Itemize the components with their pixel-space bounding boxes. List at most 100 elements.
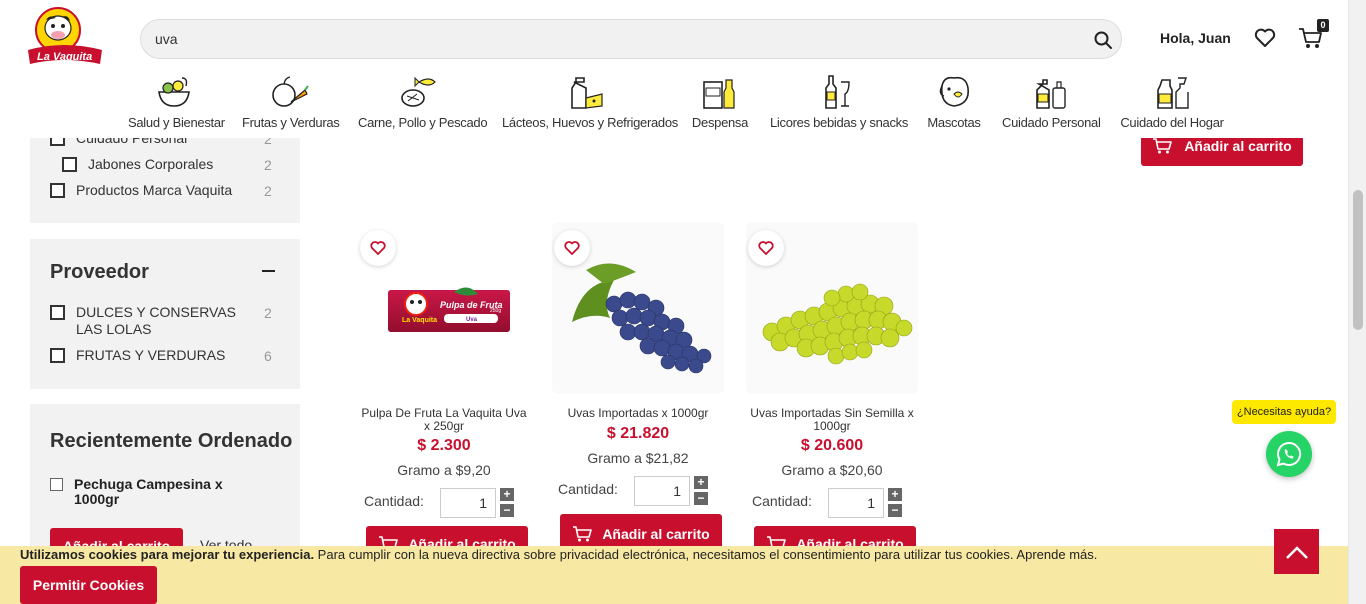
increment-button[interactable]: + [694, 476, 708, 489]
filter-label: FRUTAS Y VERDURAS [76, 347, 226, 363]
heart-icon [758, 241, 774, 255]
filter-label: Jabones Corporales [88, 156, 214, 172]
scrollbar-thumb[interactable] [1353, 190, 1363, 330]
filter-label: DULCES Y CONSERVAS LAS LOLAS [76, 304, 237, 337]
filter-count: 6 [264, 348, 272, 364]
category-despensa[interactable]: Despensa [690, 74, 750, 130]
category-label: Mascotas [927, 115, 981, 130]
category-nav: Salud y Bienestar Frutas y Verduras Carn… [0, 74, 1348, 138]
checkbox[interactable] [50, 348, 65, 363]
quantity-input[interactable]: 1 [828, 488, 884, 518]
collapse-icon[interactable] [262, 270, 275, 272]
scroll-to-top-button[interactable] [1274, 529, 1319, 574]
category-label: Licores bebidas y snacks [770, 115, 909, 130]
category-licores-bebidas[interactable]: Licores bebidas y snacks [770, 74, 909, 130]
quantity-label: Cantidad: [364, 493, 424, 509]
page-scrollbar[interactable] [1348, 0, 1366, 604]
quantity-input[interactable]: 1 [634, 476, 690, 506]
cookie-bold-text: Utilizamos cookies para mejorar tu exper… [20, 547, 315, 562]
cart-count-badge: 0 [1317, 19, 1329, 32]
add-to-cart-label: Añadir al carrito [602, 526, 710, 542]
svg-text:Uva: Uva [466, 317, 478, 323]
favorite-button[interactable] [360, 230, 396, 266]
dairy-icon [571, 77, 603, 109]
increment-button[interactable]: + [500, 488, 514, 501]
learn-more-link[interactable]: Aprende más. [1014, 547, 1097, 562]
product-price: $ 2.300 [417, 437, 471, 454]
filter-item-frutas-verduras[interactable]: FRUTAS Y VERDURAS [50, 347, 225, 363]
category-mascotas[interactable]: Mascotas [922, 74, 986, 130]
add-to-cart-label: Añadir al carrito [1184, 138, 1292, 154]
cart-icon [573, 526, 593, 542]
logo-image: La Vaquita [28, 7, 102, 64]
decrement-button[interactable]: − [500, 504, 514, 517]
la-vaquita-logo[interactable]: La Vaquita [24, 6, 106, 72]
product-price: $ 21.820 [606, 425, 670, 442]
filter-item-jabones-corporales[interactable]: Jabones Corporales [62, 156, 213, 172]
filter-item-dulces-lolas[interactable]: DULCES Y CONSERVAS LAS LOLAS [50, 304, 260, 338]
svg-text:La Vaquita: La Vaquita [402, 317, 437, 324]
filter-item-productos-marca-vaquita[interactable]: Productos Marca Vaquita [50, 182, 232, 198]
quantity-label: Cantidad: [752, 493, 812, 509]
recent-title: Recientemente Ordenado [50, 430, 293, 452]
provider-filter-box: Proveedor DULCES Y CONSERVAS LAS LOLAS 2… [30, 239, 300, 389]
category-carne-pollo-pescado[interactable]: Carne, Pollo y Pescado [358, 74, 488, 130]
decrement-button[interactable]: − [694, 492, 708, 505]
category-frutas-verduras[interactable]: Frutas y Verduras [242, 74, 340, 130]
checkbox[interactable] [50, 478, 63, 491]
product-name[interactable]: Uvas Importadas x 1000gr [552, 407, 724, 420]
whatsapp-icon [1276, 441, 1301, 467]
provider-title: Proveedor [50, 261, 149, 283]
unit-price: Gramo a $9,20 [397, 462, 491, 478]
fruits-vegetables-icon [272, 76, 309, 107]
search-bar [140, 19, 1122, 59]
category-label: Carne, Pollo y Pescado [358, 115, 488, 130]
meat-fish-icon [401, 76, 436, 107]
heart-icon [370, 241, 386, 255]
checkbox[interactable] [62, 157, 77, 172]
home-care-icon [1157, 77, 1189, 109]
unit-price: Gramo a $20,60 [781, 462, 883, 478]
increment-button[interactable]: + [888, 488, 902, 501]
recent-item[interactable]: Pechuga Campesina x 1000gr [50, 477, 240, 507]
wishlist-heart-icon[interactable] [1254, 28, 1276, 48]
search-icon[interactable] [1093, 30, 1113, 50]
help-bubble[interactable]: ¿Necesitas ayuda? [1232, 400, 1336, 424]
cookie-message: Utilizamos cookies para mejorar tu exper… [20, 547, 1097, 562]
unit-price: Gramo a $21,82 [587, 450, 689, 466]
favorite-button[interactable] [554, 230, 590, 266]
product-price: $ 20.600 [800, 437, 864, 454]
cookie-banner: Utilizamos cookies para mejorar tu exper… [0, 546, 1366, 604]
filter-count: 2 [264, 305, 272, 321]
category-label: Despensa [691, 115, 749, 130]
product-name[interactable]: Uvas Importadas Sin Semilla x 1000gr [746, 407, 918, 433]
filter-count: 2 [264, 183, 272, 199]
checkbox[interactable] [50, 305, 65, 320]
favorite-button[interactable] [748, 230, 784, 266]
category-cuidado-hogar[interactable]: Cuidado del Hogar [1120, 74, 1224, 130]
pets-icon [939, 76, 970, 107]
category-label: Cuidado Personal [1002, 115, 1101, 130]
decrement-button[interactable]: − [888, 504, 902, 517]
whatsapp-button[interactable] [1266, 431, 1312, 477]
salad-bowl-icon [158, 77, 190, 107]
allow-cookies-button[interactable]: Permitir Cookies [20, 566, 157, 604]
product-name[interactable]: Pulpa De Fruta La Vaquita Uva x 250gr [358, 407, 530, 433]
category-label: Frutas y Verduras [242, 115, 340, 130]
site-header: La Vaquita Hola, Juan 0 Salud y Bienesta… [0, 0, 1348, 138]
page: Cuidado Personal 2 Jabones Corporales 2 … [0, 0, 1366, 604]
pantry-icon [703, 79, 735, 109]
filter-count: 2 [264, 157, 272, 173]
category-salud-bienestar[interactable]: Salud y Bienestar [128, 74, 225, 130]
user-greeting[interactable]: Hola, Juan [1160, 30, 1231, 46]
heart-icon [564, 241, 580, 255]
svg-text:La Vaquita: La Vaquita [37, 51, 92, 63]
cart-icon [1153, 138, 1173, 154]
quantity-label: Cantidad: [558, 481, 618, 497]
search-input[interactable] [155, 20, 1055, 58]
quantity-input[interactable]: 1 [440, 488, 496, 518]
category-lacteos-huevos[interactable]: Lácteos, Huevos y Refrigerados [502, 74, 678, 130]
category-cuidado-personal[interactable]: Cuidado Personal [1002, 74, 1101, 130]
svg-text:250g: 250g [490, 308, 501, 314]
checkbox[interactable] [50, 183, 65, 198]
